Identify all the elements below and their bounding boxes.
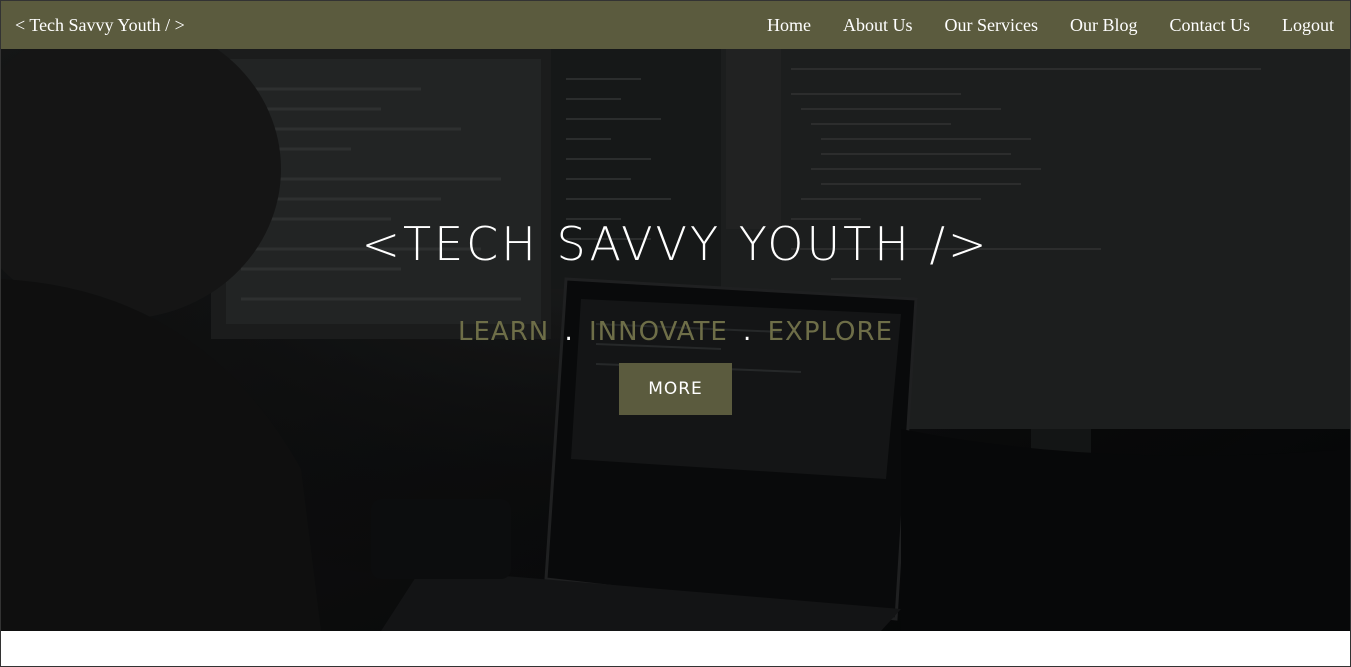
nav-link-logout[interactable]: Logout [1282, 15, 1334, 36]
brand-logo-link[interactable]: < Tech Savvy Youth / > [15, 15, 185, 36]
page-body-area [1, 631, 1350, 666]
subtitle-learn: Learn [457, 317, 550, 347]
hero-section: <Tech Savvy Youth /> Learn . Innovate . … [1, 49, 1350, 631]
nav-link-about-us[interactable]: About Us [843, 15, 913, 36]
browser-page: < Tech Savvy Youth / > Home About Us Our… [0, 0, 1351, 667]
subtitle-explore: Explore [767, 317, 894, 347]
hero-title: <Tech Savvy Youth /> [361, 217, 990, 271]
nav-links: Home About Us Our Services Our Blog Cont… [735, 15, 1334, 36]
hero-content: <Tech Savvy Youth /> Learn . Innovate . … [1, 49, 1350, 631]
nav-link-our-blog[interactable]: Our Blog [1070, 15, 1138, 36]
navbar: < Tech Savvy Youth / > Home About Us Our… [1, 1, 1350, 49]
nav-link-contact-us[interactable]: Contact Us [1170, 15, 1251, 36]
nav-link-home[interactable]: Home [767, 15, 811, 36]
subtitle-separator: . [564, 317, 574, 347]
subtitle-innovate: Innovate [589, 317, 728, 347]
subtitle-separator: . [743, 317, 753, 347]
hero-subtitle: Learn . Innovate . Explore [1, 317, 1350, 347]
more-button[interactable]: More [619, 363, 732, 415]
nav-link-our-services[interactable]: Our Services [945, 15, 1038, 36]
